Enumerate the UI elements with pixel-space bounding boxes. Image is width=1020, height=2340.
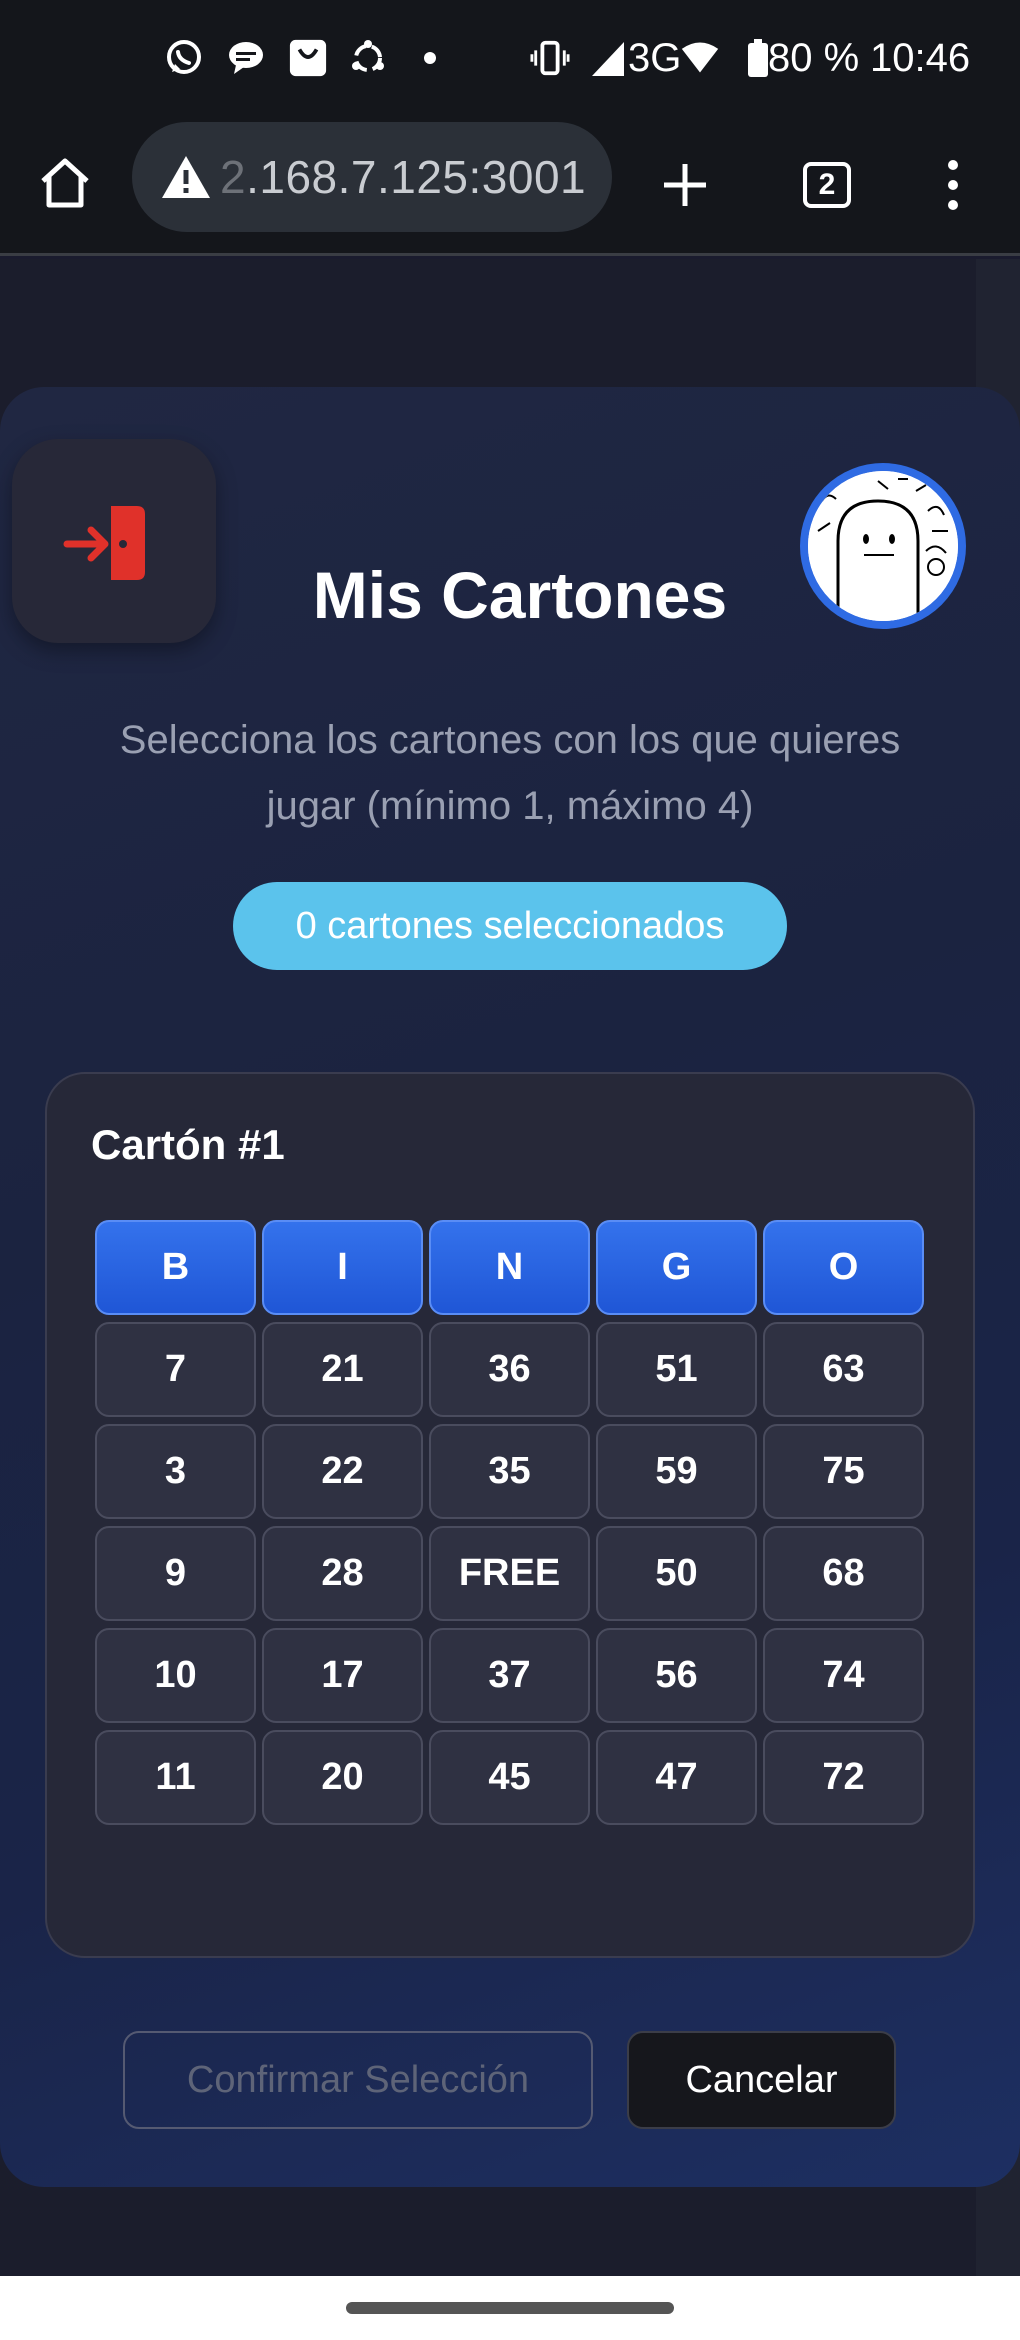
battery-percent: 80 % bbox=[768, 36, 860, 80]
grid-cell: 9 bbox=[95, 1526, 256, 1621]
grid-cell: 74 bbox=[763, 1628, 924, 1723]
column-header-g: G bbox=[596, 1220, 757, 1315]
grid-cell: 35 bbox=[429, 1424, 590, 1519]
grid-cell: 51 bbox=[596, 1322, 757, 1417]
grid-cell: 10 bbox=[95, 1628, 256, 1723]
header-row: B I N G O bbox=[95, 1220, 932, 1315]
whatsapp-icon bbox=[164, 38, 204, 78]
grid-cell: 20 bbox=[262, 1730, 423, 1825]
grid-cell: 47 bbox=[596, 1730, 757, 1825]
network-type: 3G bbox=[628, 36, 682, 80]
menu-dot bbox=[948, 200, 958, 210]
selected-count-badge: 0 cartones seleccionados bbox=[233, 882, 787, 970]
grid-row: 9 28 FREE 50 68 bbox=[95, 1526, 932, 1621]
menu-dot bbox=[948, 160, 958, 170]
plus-icon bbox=[664, 164, 706, 206]
grid-row: 7 21 36 51 63 bbox=[95, 1322, 932, 1417]
status-bar: 3G 80 % 10:46 bbox=[0, 0, 1020, 118]
grid-row: 11 20 45 47 72 bbox=[95, 1730, 932, 1825]
column-header-n: N bbox=[429, 1220, 590, 1315]
column-header-o: O bbox=[763, 1220, 924, 1315]
grid-cell: 3 bbox=[95, 1424, 256, 1519]
home-button[interactable] bbox=[30, 148, 100, 218]
tab-switcher-button[interactable]: 2 bbox=[790, 148, 864, 222]
url-text: 2.168.7.125:3001 bbox=[220, 151, 586, 203]
grid-cell: 36 bbox=[429, 1322, 590, 1417]
column-header-b: B bbox=[95, 1220, 256, 1315]
column-header-i: I bbox=[262, 1220, 423, 1315]
page-content: Mis Cartones Selecciona los cartones con… bbox=[0, 259, 1020, 2276]
instructions-text: Selecciona los cartones con los que quie… bbox=[119, 718, 901, 828]
shopping-bag-icon bbox=[288, 38, 328, 78]
confirm-selection-button[interactable]: Confirmar Selección bbox=[123, 2031, 593, 2129]
grid-cell: 7 bbox=[95, 1322, 256, 1417]
new-tab-button[interactable] bbox=[648, 148, 722, 222]
page-title: Mis Cartones bbox=[312, 558, 728, 632]
signal-icon bbox=[588, 38, 628, 78]
tab-count: 2 bbox=[803, 162, 851, 208]
not-secure-warning-icon[interactable] bbox=[146, 147, 226, 207]
clock: 10:46 bbox=[870, 36, 971, 80]
gesture-handle[interactable] bbox=[346, 2302, 674, 2314]
wifi-icon bbox=[680, 38, 720, 78]
grid-cell: 75 bbox=[763, 1424, 924, 1519]
grid-cell: 72 bbox=[763, 1730, 924, 1825]
grid-cell: 28 bbox=[262, 1526, 423, 1621]
grid-row: 10 17 37 56 74 bbox=[95, 1628, 932, 1723]
grid-cell: 21 bbox=[262, 1322, 423, 1417]
card-title: Cartón #1 bbox=[91, 1121, 285, 1168]
message-bubble-icon bbox=[226, 38, 266, 78]
grid-cell: 59 bbox=[596, 1424, 757, 1519]
browser-toolbar: 2.168.7.125:3001 2 bbox=[0, 118, 1020, 256]
cards-modal: Mis Cartones Selecciona los cartones con… bbox=[0, 387, 1020, 2187]
grid-cell: 11 bbox=[95, 1730, 256, 1825]
grid-cell: 22 bbox=[262, 1424, 423, 1519]
grid-cell: 45 bbox=[429, 1730, 590, 1825]
grid-row: 3 22 35 59 75 bbox=[95, 1424, 932, 1519]
bingo-card[interactable]: Cartón #1 B I N G O 7 21 36 51 63 3 22 3… bbox=[45, 1072, 975, 1958]
grid-cell: 50 bbox=[596, 1526, 757, 1621]
system-navigation-bar bbox=[0, 2276, 1020, 2340]
bingo-grid: B I N G O 7 21 36 51 63 3 22 35 59 75 9 … bbox=[95, 1220, 932, 1832]
grid-cell: 37 bbox=[429, 1628, 590, 1723]
grid-cell: 56 bbox=[596, 1628, 757, 1723]
grid-cell: 17 bbox=[262, 1628, 423, 1723]
grid-cell: 63 bbox=[763, 1322, 924, 1417]
grid-cell: 68 bbox=[763, 1526, 924, 1621]
url-text-faded: 2 bbox=[220, 151, 247, 203]
address-bar[interactable]: 2.168.7.125:3001 bbox=[132, 122, 612, 232]
free-cell: FREE bbox=[429, 1526, 590, 1621]
vibrate-icon bbox=[530, 38, 570, 78]
cancel-button[interactable]: Cancelar bbox=[627, 2031, 896, 2129]
home-icon bbox=[41, 158, 89, 208]
browser-menu-button[interactable] bbox=[918, 148, 988, 222]
menu-dot bbox=[948, 180, 958, 190]
url-text-main: .168.7.125:3001 bbox=[246, 151, 587, 203]
sync-icon bbox=[348, 38, 388, 78]
dot-icon bbox=[410, 38, 450, 78]
